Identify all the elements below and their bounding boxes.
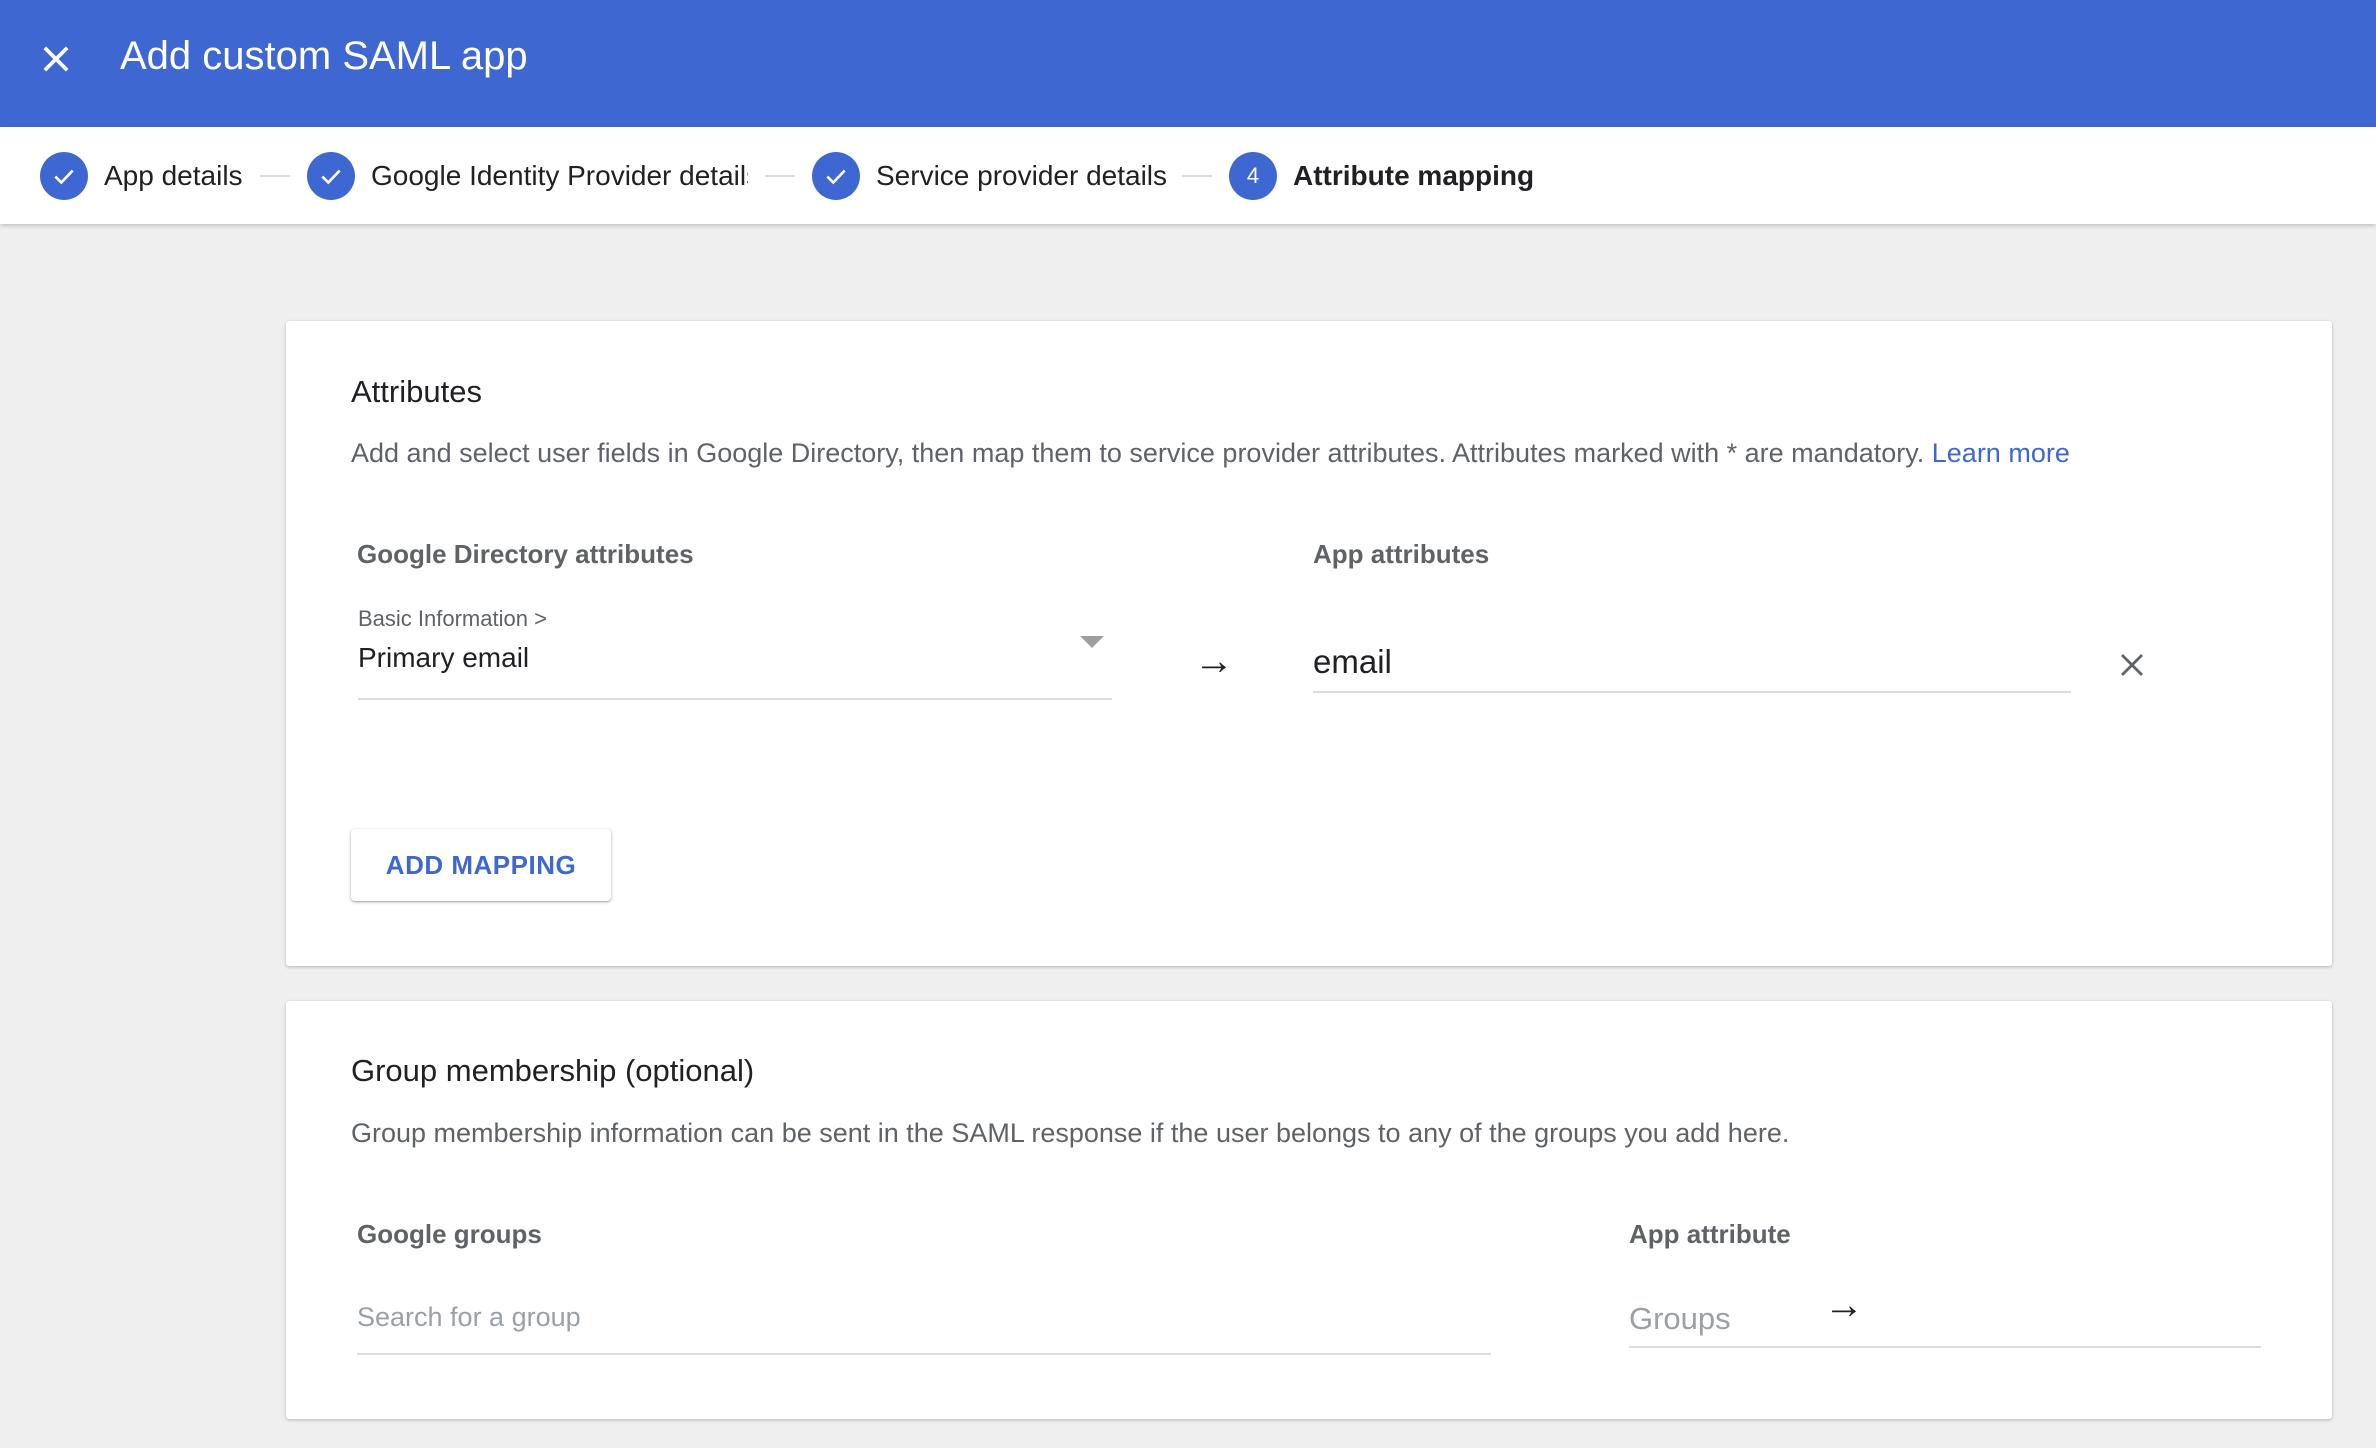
dropdown-arrow-icon [1080, 636, 1104, 648]
attribute-category: Basic Information > [358, 606, 547, 631]
check-icon [812, 151, 860, 200]
remove-mapping-button[interactable] [2108, 641, 2156, 689]
step-app-details[interactable]: App details [40, 127, 243, 224]
right-arrow-icon: → [1194, 639, 1234, 683]
step-connector [260, 175, 290, 177]
attributes-description-text: Add and select user fields in Google Dir… [351, 438, 1925, 468]
step-label: Attribute mapping [1293, 159, 1535, 191]
app-bar: Add custom SAML app [0, 0, 2376, 127]
step-service-provider-details[interactable]: Service provider details [812, 127, 1167, 224]
stepper: App details Google Identity Provider det… [0, 127, 2376, 224]
close-button[interactable] [30, 33, 82, 85]
directory-attribute-select[interactable]: Basic Information > Primary email [358, 606, 1112, 700]
check-icon [40, 151, 88, 200]
app-attribute-input[interactable] [1313, 633, 2071, 693]
group-search-input[interactable] [357, 1281, 1491, 1355]
app-attribute-header: App attribute [1629, 1219, 1791, 1249]
group-app-attribute-input[interactable] [1629, 1291, 2261, 1348]
group-membership-description: Group membership information can be sent… [351, 1118, 1790, 1148]
directory-attributes-header: Google Directory attributes [357, 539, 694, 569]
page-title: Add custom SAML app [120, 34, 528, 78]
add-mapping-button[interactable]: ADD MAPPING [351, 829, 611, 901]
group-membership-card: Group membership (optional) Group member… [286, 1001, 2332, 1419]
step-connector [765, 175, 795, 177]
google-groups-header: Google groups [357, 1219, 542, 1249]
step-number: 4 [1229, 151, 1277, 200]
attributes-description: Add and select user fields in Google Dir… [351, 438, 2070, 469]
learn-more-link[interactable]: Learn more [1932, 438, 2070, 468]
step-label: App details [104, 159, 243, 191]
step-attribute-mapping[interactable]: 4 Attribute mapping [1229, 127, 1534, 224]
app-attributes-header: App attributes [1313, 539, 1490, 569]
step-label: Service provider details [876, 159, 1168, 191]
close-icon [2121, 654, 2143, 676]
close-icon [43, 46, 69, 72]
step-label: Google Identity Provider details [371, 159, 748, 191]
attribute-value: Primary email [358, 642, 530, 673]
step-connector [1182, 175, 1212, 177]
attributes-title: Attributes [351, 374, 482, 409]
step-idp-details[interactable]: Google Identity Provider details [307, 127, 748, 224]
attributes-card: Attributes Add and select user fields in… [286, 321, 2332, 966]
check-icon [307, 151, 355, 200]
group-membership-title: Group membership (optional) [351, 1053, 755, 1088]
